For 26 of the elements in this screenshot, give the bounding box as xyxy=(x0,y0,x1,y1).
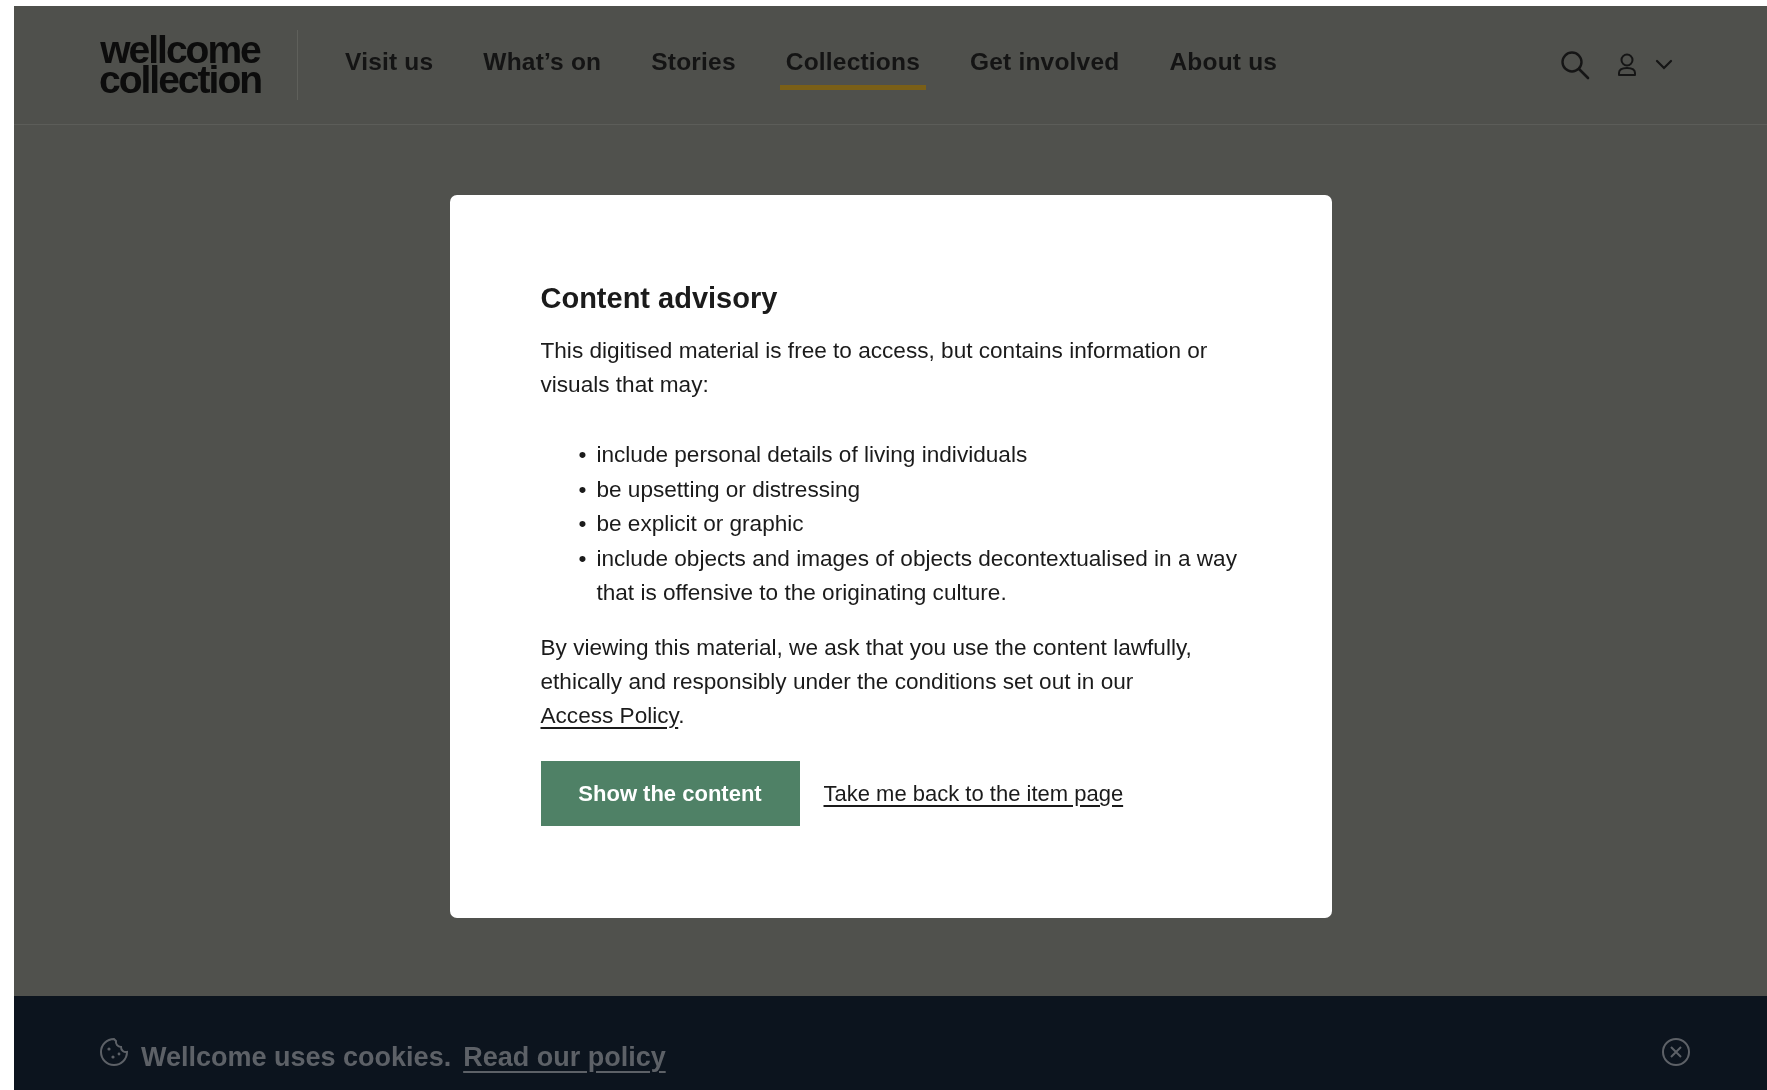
close-icon[interactable] xyxy=(1661,1037,1691,1067)
search-icon[interactable] xyxy=(1560,50,1590,80)
list-item: be explicit or graphic xyxy=(596,510,804,539)
cookie-icon xyxy=(99,1037,129,1067)
list-item: be upsetting or distressing xyxy=(596,475,861,504)
list-item: include objects and images of objects decontextualised in a way that is offensive to the originating culture. xyxy=(596,544,1238,608)
dialog-title: Content advisory xyxy=(540,281,779,317)
bullet-mark: • xyxy=(578,441,587,470)
cookie-policy-link[interactable]: Read our policy xyxy=(463,1037,666,1078)
nav-link[interactable]: About us xyxy=(1163,40,1284,90)
bullet-mark: • xyxy=(578,544,587,573)
nav-link[interactable]: Collections xyxy=(779,40,926,90)
advisory-text: This digitised material is free to access, but contains information or visuals that may: xyxy=(540,337,1209,400)
access-policy-text: By viewing this material, we ask that you use the content lawfully, ethically and responsibly under the conditions set out in our Access Policy. xyxy=(540,633,1193,730)
nav-link[interactable]: Get involved xyxy=(964,40,1126,90)
nav-link[interactable]: Stories xyxy=(645,40,742,90)
access-policy-link[interactable]: Access Policy xyxy=(540,702,679,728)
list-item: include personal details of living individuals xyxy=(596,441,1028,470)
nav-link[interactable]: What’s on xyxy=(477,40,608,90)
back-to-item-link[interactable]: Take me back to the item page xyxy=(823,776,1124,810)
nav-link[interactable]: Visit us xyxy=(339,40,440,90)
show-content-button[interactable]: Show the content xyxy=(540,760,800,826)
cookie-notice-text: Wellcome uses cookies. xyxy=(141,1041,452,1074)
site-logo[interactable]: wellcome collection xyxy=(99,30,299,100)
bullet-mark: • xyxy=(578,475,587,504)
bullet-mark: • xyxy=(578,510,587,539)
